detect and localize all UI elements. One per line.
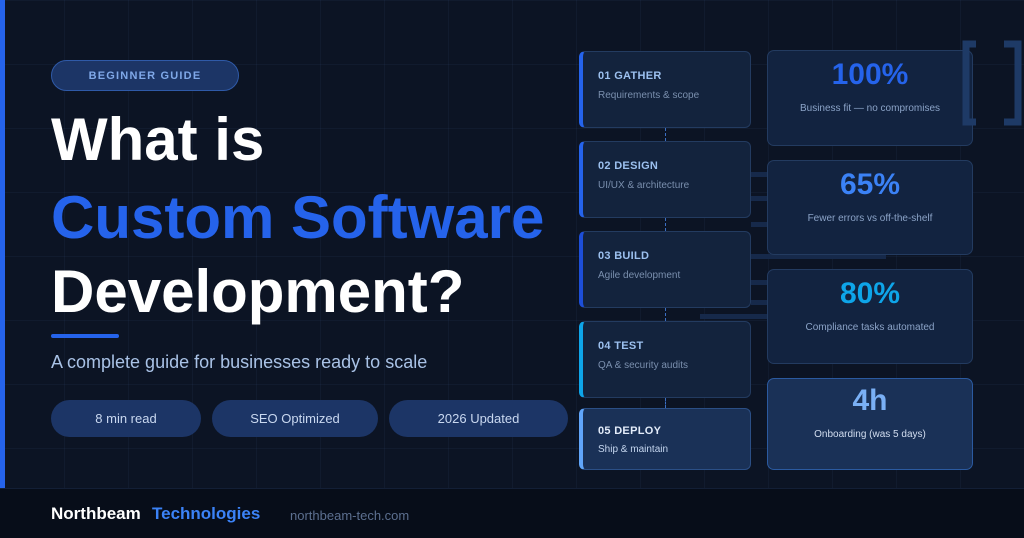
title-line-3: Development? [51, 258, 465, 325]
stat-label: Onboarding (was 5 days) [814, 429, 926, 440]
read-time-pill: 8 min read [51, 400, 201, 437]
stat-label: Business fit — no compromises [799, 103, 941, 114]
step-description: Requirements & scope [598, 90, 700, 101]
category-badge: BEGINNER GUIDE [51, 60, 239, 91]
step-connector [665, 218, 666, 231]
step-number: 03 BUILD [598, 250, 650, 262]
brand-name-primary: Northbeam [51, 504, 141, 523]
title-line-2: Custom Software [51, 184, 545, 251]
stat-value: 100% [831, 58, 909, 91]
step-number: 04 TEST [598, 340, 644, 352]
stat-value: 65% [839, 168, 901, 201]
step-description: UI/UX & architecture [598, 180, 690, 191]
stat-card-compliance: 80% Compliance tasks automated [767, 269, 973, 364]
stat-label: Fewer errors vs off-the-shelf [807, 213, 933, 224]
step-connector [665, 308, 666, 321]
stat-value: 4h [852, 384, 888, 417]
website-url: northbeam-tech.com [290, 508, 410, 523]
step-card-build: 03 BUILD Agile development [579, 231, 751, 308]
step-description: Ship & maintain [598, 444, 669, 455]
step-card-design: 02 DESIGN UI/UX & architecture [579, 141, 751, 218]
code-bracket-icon [962, 40, 1022, 126]
brand-name-secondary: Technologies [152, 504, 261, 523]
stat-value: 80% [839, 277, 901, 310]
step-card-deploy: 05 DEPLOY Ship & maintain [579, 408, 751, 470]
left-accent-bar [0, 0, 5, 488]
step-card-test: 04 TEST QA & security audits [579, 321, 751, 398]
stat-label: Compliance tasks automated [805, 322, 935, 333]
title-line-1: What is [51, 106, 265, 173]
step-number: 05 DEPLOY [598, 425, 662, 437]
stat-card-business-fit: 100% Business fit — no compromises [767, 50, 973, 146]
step-number: 01 GATHER [598, 70, 662, 82]
step-description: Agile development [598, 270, 681, 281]
title-underline [51, 334, 119, 338]
stat-card-onboarding: 4h Onboarding (was 5 days) [767, 378, 973, 470]
decor-line [700, 314, 769, 319]
updated-pill: 2026 Updated [389, 400, 568, 437]
step-description: QA & security audits [598, 360, 689, 371]
seo-pill: SEO Optimized [212, 400, 378, 437]
step-connector [665, 398, 666, 408]
step-card-gather: 01 GATHER Requirements & scope [579, 51, 751, 128]
subtitle: A complete guide for businesses ready to… [51, 352, 428, 372]
step-connector [665, 128, 666, 141]
step-number: 02 DESIGN [598, 160, 659, 172]
stat-card-fewer-errors: 65% Fewer errors vs off-the-shelf [767, 160, 973, 255]
